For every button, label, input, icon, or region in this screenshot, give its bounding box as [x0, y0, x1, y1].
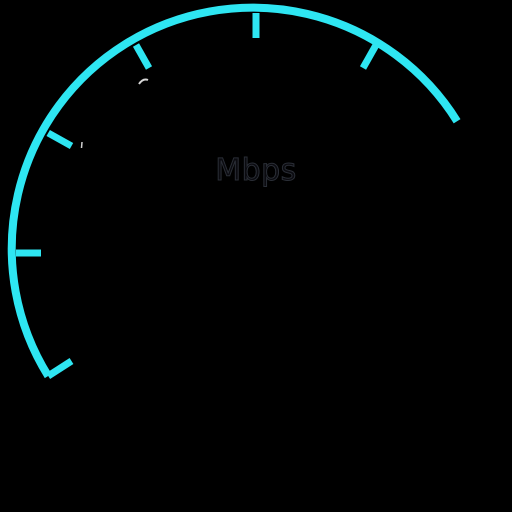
gauge-tick-6 — [359, 43, 380, 70]
gauge-tick-4 — [132, 43, 153, 70]
gauge-tick-1 — [46, 358, 74, 379]
gauge-arc — [7, 3, 461, 379]
faint-mark — [80, 141, 83, 149]
gauge-tick-3 — [46, 129, 74, 150]
faint-mark — [138, 78, 149, 85]
speed-gauge: Mbps — [0, 0, 512, 512]
speed-unit-label: Mbps — [215, 153, 297, 189]
gauge-dial — [7, 3, 461, 379]
